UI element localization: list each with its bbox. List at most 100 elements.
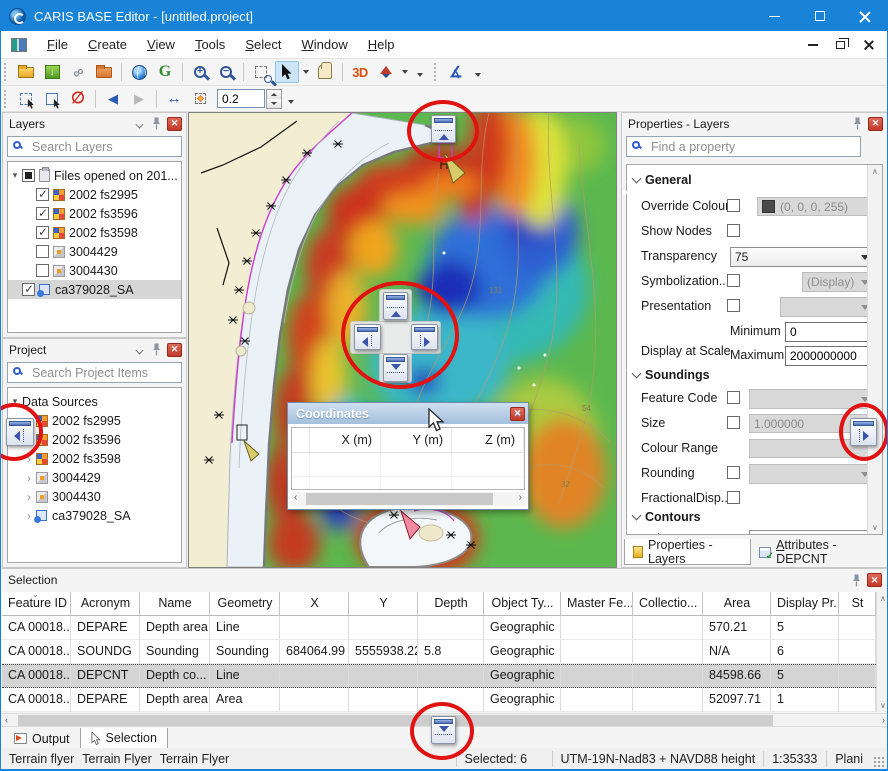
dock-indicator-center-up[interactable]: [383, 292, 408, 320]
column-header[interactable]: Master Fe...: [561, 592, 633, 616]
checkbox-unchecked[interactable]: [36, 245, 49, 258]
section-general[interactable]: General: [633, 173, 692, 187]
presentation-dropdown[interactable]: [780, 297, 874, 317]
column-header[interactable]: Geometry: [210, 592, 280, 616]
toolbar-grip[interactable]: [434, 63, 439, 81]
dock-indicator-center-down[interactable]: [383, 354, 408, 382]
tree-item-root[interactable]: Files opened on 201...: [8, 166, 181, 185]
spin-up-icon[interactable]: [267, 90, 281, 99]
toolbar-overflow[interactable]: [414, 61, 428, 83]
column-header[interactable]: Object Ty...: [484, 592, 561, 616]
expander-icon[interactable]: [22, 490, 36, 504]
column-header[interactable]: Y (m): [381, 428, 452, 452]
column-header[interactable]: Depth: [418, 592, 484, 616]
checkbox-checked[interactable]: [36, 207, 49, 220]
contours-colour-range-dropdown[interactable]: [749, 530, 874, 535]
select-by-rect-button[interactable]: [14, 88, 38, 110]
pin-icon[interactable]: [152, 343, 161, 356]
column-header[interactable]: Area: [703, 592, 771, 616]
column-header[interactable]: Y: [349, 592, 418, 616]
next-selection-button[interactable]: ▶: [127, 88, 151, 110]
dock-indicator-bottom[interactable]: [431, 716, 456, 744]
select-tool-button[interactable]: [275, 61, 299, 83]
table-row[interactable]: CA 00018...SOUNDGSoundingSounding684064.…: [2, 640, 876, 664]
feature-code-dropdown[interactable]: [749, 389, 874, 409]
tree-item-root[interactable]: Data Sources: [8, 392, 181, 411]
tree-item[interactable]: 3004429: [8, 242, 181, 261]
expander-icon[interactable]: [8, 396, 22, 407]
import-button[interactable]: ↓: [40, 61, 64, 83]
tree-item[interactable]: ca379028_SA: [8, 506, 181, 525]
zoom-in-button[interactable]: +: [188, 61, 212, 83]
tree-item[interactable]: 3004430: [8, 487, 181, 506]
tab-output[interactable]: Output: [4, 728, 80, 749]
scrollbar-thumb[interactable]: [18, 715, 773, 726]
dock-indicator-center-left[interactable]: [354, 324, 381, 350]
tree-item[interactable]: 2002 fs2995: [8, 185, 181, 204]
menu-window[interactable]: Window: [291, 32, 357, 57]
coordinates-window[interactable]: Coordinates X (m) Y (m) Z (m) ‹›: [287, 402, 529, 510]
tab-attributes-depcnt[interactable]: Attributes - DEPCNT: [751, 539, 887, 565]
checkbox-unchecked[interactable]: [36, 264, 49, 277]
coordinates-scrollbar[interactable]: ‹›: [291, 492, 525, 506]
dock-indicator-center-right[interactable]: [411, 324, 438, 350]
measure-angle-button[interactable]: ∡: [444, 61, 468, 83]
3d-view-button[interactable]: 3D: [348, 61, 372, 83]
pin-icon[interactable]: [853, 117, 862, 130]
scrollbar-vertical[interactable]: [867, 165, 882, 534]
symbolization-dropdown[interactable]: (Display): [802, 272, 874, 292]
close-panel-icon[interactable]: [868, 117, 883, 131]
pin-icon[interactable]: [152, 117, 161, 130]
flyer-dropdown[interactable]: [399, 61, 411, 83]
menu-create[interactable]: Create: [78, 32, 137, 57]
close-panel-icon[interactable]: [167, 117, 182, 131]
mdi-close-icon[interactable]: [863, 40, 873, 50]
tree-item[interactable]: 3004430: [8, 261, 181, 280]
web-map-button[interactable]: [127, 61, 151, 83]
fractional-checkbox[interactable]: [727, 491, 740, 504]
tree-item-selected[interactable]: ca379028_SA: [8, 280, 181, 299]
symbolization-checkbox[interactable]: [727, 274, 740, 287]
expander-icon[interactable]: [22, 452, 36, 466]
table-row[interactable]: CA 00018...DEPAREDepth areaLineGeographi…: [2, 616, 876, 640]
column-header[interactable]: Collectio...: [633, 592, 703, 616]
rounding-checkbox[interactable]: [727, 466, 740, 479]
tab-selection[interactable]: Selection: [80, 728, 168, 749]
google-earth-button[interactable]: G: [153, 61, 177, 83]
section-soundings[interactable]: Soundings: [633, 368, 710, 382]
clear-selection-button[interactable]: ∅: [66, 88, 90, 110]
resize-grip[interactable]: [873, 756, 885, 768]
spin-down-icon[interactable]: [267, 99, 281, 108]
coordinates-empty-row[interactable]: [292, 477, 524, 490]
override-colour-checkbox[interactable]: [727, 199, 740, 212]
column-header[interactable]: X (m): [310, 428, 381, 452]
transparency-dropdown[interactable]: 75: [730, 247, 874, 267]
scale-maximum-input[interactable]: [785, 346, 874, 366]
close-button[interactable]: [842, 1, 887, 31]
toolbar-overflow[interactable]: [285, 88, 299, 110]
coordinates-empty-row[interactable]: [292, 453, 524, 477]
zoom-out-button[interactable]: −: [214, 61, 238, 83]
checkbox-checked[interactable]: [22, 283, 35, 296]
menu-view[interactable]: View: [137, 32, 185, 57]
toolbar-grip[interactable]: [4, 63, 9, 81]
maximize-button[interactable]: [797, 1, 842, 31]
close-coordinates-icon[interactable]: [510, 407, 525, 421]
minimize-button[interactable]: [752, 1, 797, 31]
tree-item[interactable]: 2002 fs3596: [8, 204, 181, 223]
table-row-selected[interactable]: CA 00018...DEPCNTDepth co...LineGeograph…: [2, 664, 876, 688]
previous-selection-button[interactable]: ◀: [101, 88, 125, 110]
coordinates-title-bar[interactable]: Coordinates: [288, 403, 528, 424]
column-header[interactable]: Z (m): [452, 428, 524, 452]
column-header[interactable]: Name: [140, 592, 210, 616]
open-project-button[interactable]: [92, 61, 116, 83]
feature-code-checkbox[interactable]: [727, 391, 740, 404]
presentation-checkbox[interactable]: [727, 299, 740, 312]
toolbar-grip[interactable]: [4, 90, 9, 108]
checkbox-partial[interactable]: [22, 169, 35, 182]
tree-item[interactable]: 3004429: [8, 468, 181, 487]
zoom-area-button[interactable]: [249, 61, 273, 83]
pan-button[interactable]: [313, 61, 337, 83]
rounding-dropdown[interactable]: [749, 464, 874, 484]
expander-icon[interactable]: [22, 471, 36, 485]
